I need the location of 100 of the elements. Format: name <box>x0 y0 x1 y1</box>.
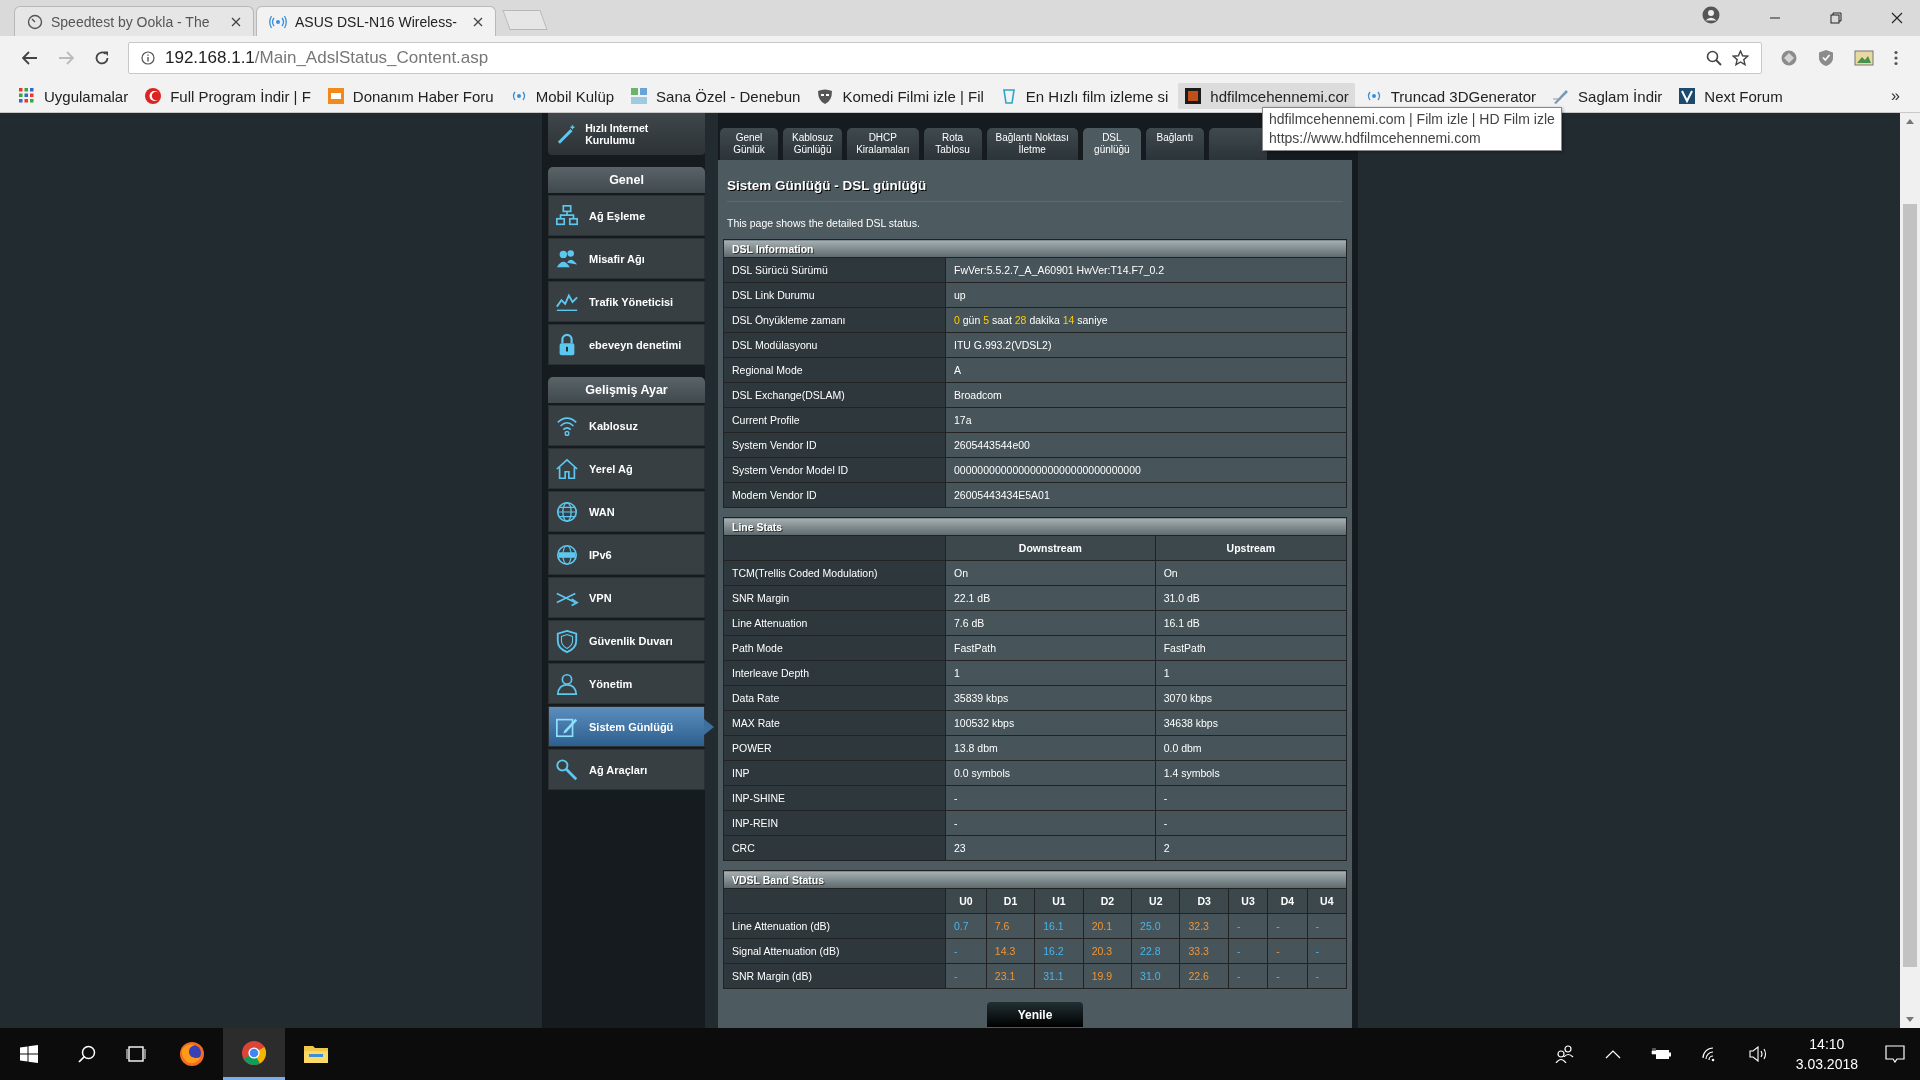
windows-icon[interactable] <box>20 1045 38 1063</box>
table-cell: 17a <box>945 407 1347 433</box>
restore-icon[interactable] <box>1830 12 1842 24</box>
reload-icon[interactable] <box>94 50 110 66</box>
table-cell: 2605443544e00 <box>945 432 1347 458</box>
close-icon[interactable] <box>473 16 483 27</box>
refresh-button[interactable]: Yenile <box>987 1002 1083 1027</box>
table-cell: System Vendor ID <box>723 432 946 458</box>
table-cell: - <box>945 785 1156 811</box>
star-icon[interactable] <box>1732 50 1749 66</box>
table-cell: 34638 kbps <box>1155 710 1347 736</box>
table-cell: CRC <box>723 835 946 861</box>
notification-icon[interactable] <box>1885 1045 1905 1063</box>
page-title: Sistem Günlüğü - DSL günlüğü <box>726 177 928 195</box>
sidebar-item[interactable]: Yönetim <box>548 663 705 704</box>
section-header: Gelişmiş Ayar <box>548 377 705 403</box>
tab[interactable]: DHCP Kiralamaları <box>847 128 919 160</box>
picture-frame-icon[interactable] <box>1854 50 1874 66</box>
chevron-up-icon[interactable] <box>1604 1049 1621 1059</box>
sidebar-item[interactable]: ebeveyn denetimi <box>548 324 705 365</box>
sidebar-item[interactable]: VPN <box>548 577 705 618</box>
table-cell: DSL Önyükleme zamanı <box>723 307 946 333</box>
table-cell: FastPath <box>945 635 1156 661</box>
address-bar[interactable]: 192.168.1.1/Main_AdslStatus_Content.asp <box>128 42 1762 74</box>
section-header: Genel <box>548 167 705 193</box>
table-cell: DSL Modülasyonu <box>723 332 946 358</box>
bookmark[interactable]: Donanım Haber Foru <box>320 83 500 109</box>
bookmark[interactable]: Mobil Kulüp <box>503 83 621 109</box>
close-icon[interactable] <box>231 16 241 27</box>
table-cell: 26005443434E5A01 <box>945 482 1347 508</box>
volume-icon[interactable] <box>1748 1046 1769 1062</box>
bookmark[interactable]: En Hızlı film izleme si <box>993 83 1175 109</box>
browser-tab[interactable]: Speedtest by Ookla - The <box>14 6 254 36</box>
people-icon[interactable] <box>1554 1045 1575 1063</box>
grid-icon <box>18 87 36 105</box>
table-cell: Line Attenuation <box>723 610 946 636</box>
back-icon[interactable] <box>22 51 38 65</box>
tab[interactable]: Genel Günlük <box>720 128 778 160</box>
gauge-icon <box>27 13 43 30</box>
sidebar-item[interactable]: Ağ Eşleme <box>548 195 705 236</box>
taskbar-button[interactable] <box>223 1028 285 1080</box>
sidebar-item[interactable]: Kablosuz <box>548 405 705 446</box>
bookmark[interactable]: Truncad 3DGenerator <box>1358 83 1543 109</box>
table-cell: On <box>945 560 1156 586</box>
shield-icon[interactable] <box>1818 49 1834 67</box>
sidebar-item[interactable]: Trafik Yöneticisi <box>548 281 705 322</box>
section-header: DSL Information <box>723 239 1347 258</box>
tab[interactable]: DSL günlüğü <box>1082 128 1141 160</box>
sidebar-item[interactable]: Yerel Ağ <box>548 448 705 489</box>
table-cell: Interleave Depth <box>723 660 946 686</box>
clock[interactable]: 14:10 3.03.2018 <box>1795 1034 1858 1074</box>
battery-icon[interactable] <box>1650 1048 1671 1060</box>
bookmark[interactable]: Next Forum <box>1672 83 1789 109</box>
square-icon <box>1184 87 1203 105</box>
scrollbar[interactable] <box>1900 113 1920 1028</box>
description-text: This page shows the detailed DSL status. <box>726 216 921 231</box>
bookmark[interactable]: Sana Özel - Denebun <box>624 83 807 109</box>
table-cell: DSL Link Durumu <box>723 282 946 308</box>
table-cell: 2 <box>1155 835 1347 861</box>
table-cell: 1 <box>945 660 1156 686</box>
sidebar-item[interactable]: IPv6 <box>548 534 705 575</box>
bookmark[interactable]: Uygulamalar <box>12 83 135 109</box>
extension-icon[interactable] <box>1780 49 1798 67</box>
bookmark[interactable]: Komedi Filmi izle | Fil <box>810 83 990 109</box>
bookmark[interactable]: hdfilmcehennemi.cor <box>1178 83 1355 109</box>
table-cell: Current Profile <box>723 407 946 433</box>
close-icon[interactable] <box>1891 12 1903 24</box>
task-view-icon[interactable] <box>126 1045 146 1063</box>
table-cell: FastPath <box>1155 635 1347 661</box>
sidebar-item[interactable]: WAN <box>548 491 705 532</box>
browser-tab[interactable]: ASUS DSL-N16 Wireless- <box>256 6 496 36</box>
sidebar-item[interactable]: Ağ Araçları <box>548 749 705 790</box>
search-icon[interactable] <box>78 1045 96 1063</box>
sidebar-item[interactable]: Hızlı Internet Kurulumu <box>548 113 705 155</box>
tab[interactable]: Kablosuz Günlüğü <box>783 128 843 160</box>
account-icon[interactable] <box>1702 6 1720 24</box>
tab[interactable]: Bağlantı Noktası İletme <box>986 128 1078 160</box>
tab[interactable] <box>1208 128 1267 160</box>
table-cell: - <box>1155 785 1347 811</box>
section-header: VDSL Band Status <box>723 870 1347 889</box>
table-cell: Regional Mode <box>723 357 946 383</box>
tab[interactable]: Rota Tablosu <box>923 128 982 160</box>
menu-icon[interactable] <box>1894 50 1898 66</box>
table-cell: Line Attenuation (dB) <box>723 913 946 939</box>
bookmark[interactable]: Full Program İndir | F <box>138 83 317 109</box>
bookmark[interactable]: Saglam İndir <box>1546 83 1669 109</box>
up-arrow-icon <box>1906 119 1914 124</box>
tab[interactable]: Bağlantı <box>1145 128 1204 160</box>
sidebar-item[interactable]: Güvenlik Duvarı <box>548 620 705 661</box>
scrollbar-thumb[interactable] <box>1903 204 1917 967</box>
table-cell: 3070 kbps <box>1155 685 1347 711</box>
sidebar-item[interactable]: Misafir Ağı <box>548 238 705 279</box>
more-bookmarks-button[interactable]: » <box>1883 87 1908 105</box>
table-cell: 13.8 dbm <box>945 735 1156 761</box>
tooltip-title: hdfilmcehennemi.com | Film izle | HD Film izle <box>1269 110 1555 129</box>
column-header: Upstream <box>1155 535 1347 561</box>
table-cell: 0.0 dbm <box>1155 735 1347 761</box>
tooltip-url: https://www.hdfilmcehennemi.com <box>1269 129 1482 148</box>
table-cell: 23 <box>945 835 1156 861</box>
zoom-icon[interactable] <box>1706 50 1722 66</box>
